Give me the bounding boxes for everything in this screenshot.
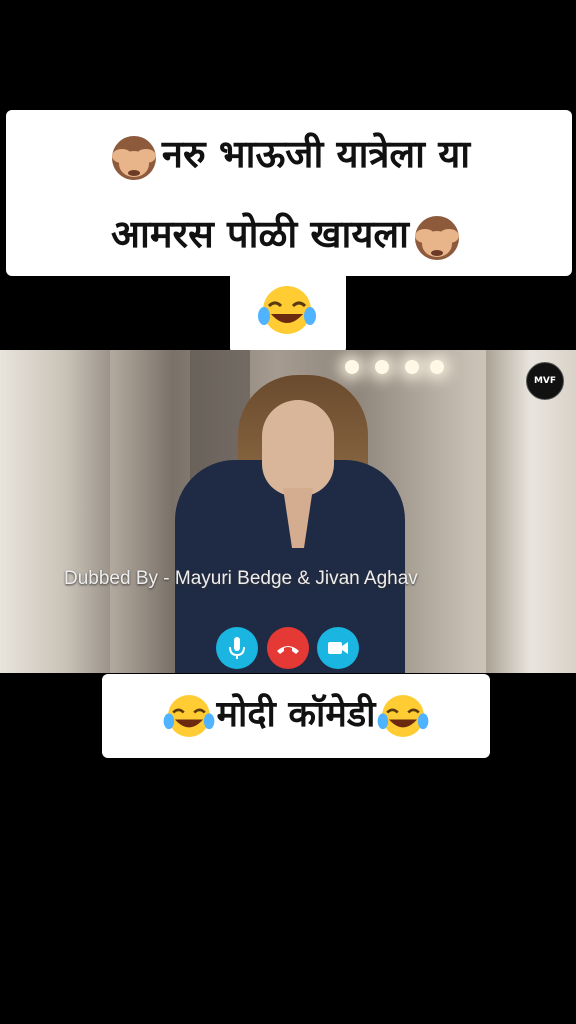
channel-logo: MVF bbox=[526, 362, 564, 400]
microphone-button[interactable] bbox=[216, 627, 258, 669]
pillar-right bbox=[486, 350, 576, 673]
laughing-tears-face-icon bbox=[161, 690, 217, 742]
top-caption-line-1: नरु भाऊजी यात्रेला या bbox=[0, 130, 576, 183]
laughing-tears-face-icon bbox=[375, 690, 431, 742]
end-call-icon bbox=[277, 646, 299, 654]
dubbed-by-credit: Dubbed By - Mayuri Bedge & Jivan Aghav bbox=[64, 568, 418, 589]
see-no-evil-monkey-icon bbox=[106, 131, 162, 183]
top-caption-text-2: आमरस पोळी खायला bbox=[111, 212, 409, 256]
bottom-caption-line: मोदी कॉमेडी bbox=[102, 690, 490, 742]
top-caption-line-2: आमरस पोळी खायला bbox=[0, 210, 576, 263]
end-call-button[interactable] bbox=[267, 627, 309, 669]
chandelier-light bbox=[345, 360, 359, 374]
chandelier-light bbox=[375, 360, 389, 374]
video-camera-button[interactable] bbox=[317, 627, 359, 669]
pillar-left bbox=[0, 350, 110, 673]
bottom-caption-text: मोदी कॉमेडी bbox=[216, 694, 376, 735]
chandelier-light bbox=[430, 360, 444, 374]
laughing-tears-face-icon bbox=[255, 284, 319, 336]
top-caption-text-1: नरु भाऊजी यात्रेला या bbox=[161, 132, 471, 176]
microphone-icon bbox=[229, 637, 245, 659]
chandelier-light bbox=[405, 360, 419, 374]
person-face bbox=[262, 400, 334, 496]
see-no-evil-monkey-icon bbox=[409, 211, 465, 263]
video-camera-icon bbox=[328, 642, 348, 654]
